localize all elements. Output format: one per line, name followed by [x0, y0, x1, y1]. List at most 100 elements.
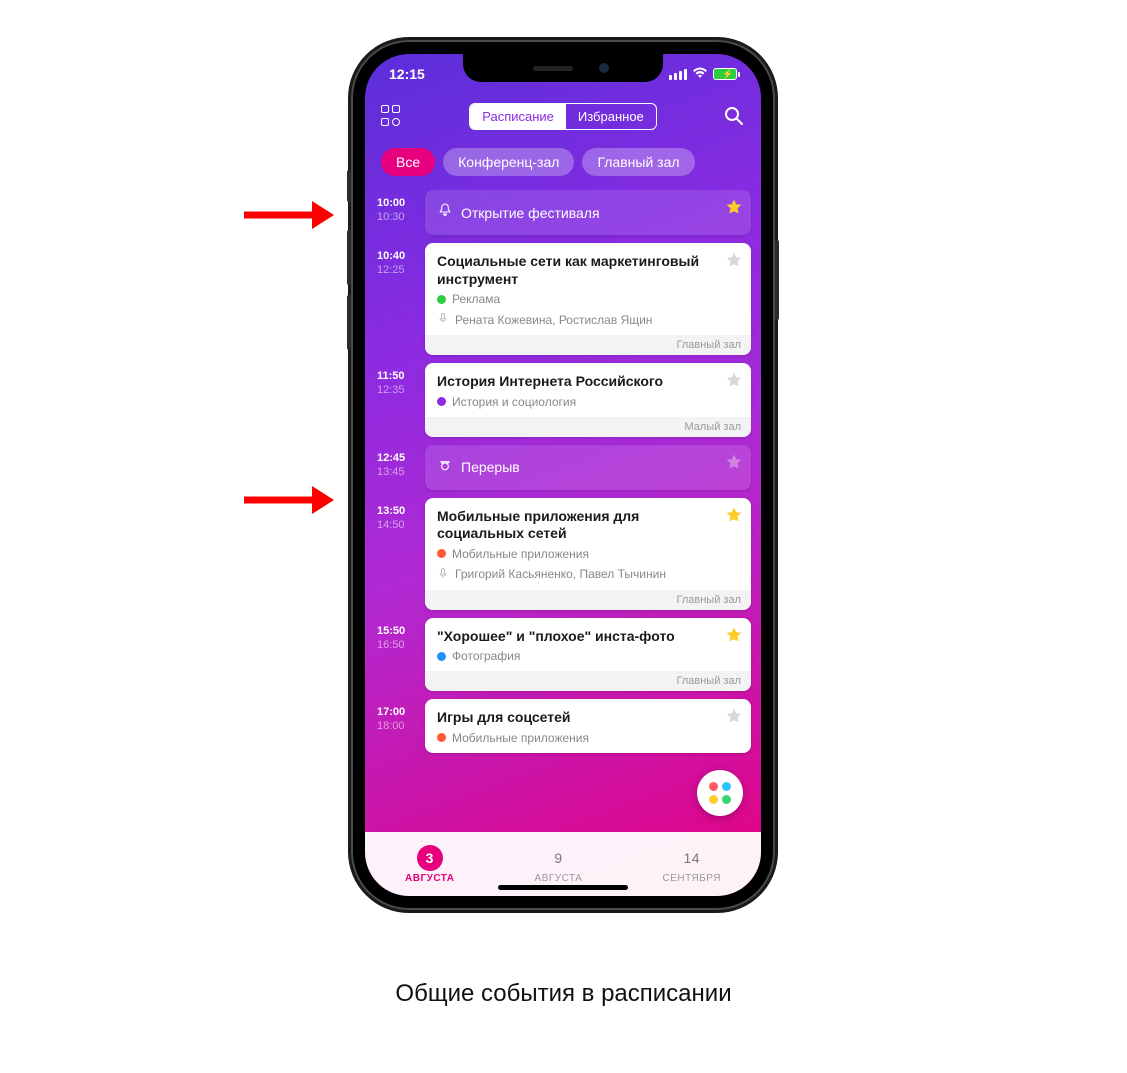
event-room: Главный зал [425, 671, 751, 691]
cellular-icon [669, 69, 687, 80]
bell-icon [437, 202, 453, 223]
date-day: 9 [546, 845, 572, 871]
tag-dot [437, 652, 446, 661]
nav-bar: Расписание Избранное [365, 94, 761, 138]
date-month: СЕНТЯБРЯ [663, 873, 721, 884]
time-end: 13:45 [377, 465, 417, 479]
event-card[interactable]: Мобильные приложения для социальных сете… [425, 498, 751, 610]
event-row: 17:0018:00 Игры для соцсетей Мобильные при… [365, 699, 751, 753]
event-title: История Интернета Российского [437, 373, 715, 391]
favorite-star[interactable] [725, 371, 743, 389]
event-card[interactable]: Социальные сети как маркетинговый инстру… [425, 243, 751, 355]
search-button[interactable] [723, 105, 745, 127]
event-banner[interactable]: Перерыв [425, 445, 751, 490]
time-start: 10:00 [377, 196, 417, 210]
filter-main[interactable]: Главный зал [582, 148, 694, 176]
date-tab[interactable]: 14 СЕНТЯБРЯ [663, 845, 721, 884]
event-title: Перерыв [461, 459, 520, 475]
event-title: "Хорошее" и "плохое" инста-фото [437, 628, 715, 646]
stage: 12:15 ⚡ Расписание Избранное [0, 0, 1127, 1073]
time-end: 14:50 [377, 518, 417, 532]
date-month: АВГУСТА [405, 873, 455, 884]
time-end: 18:00 [377, 719, 417, 733]
event-times: 10:0010:30 [373, 190, 417, 225]
event-row: 13:5014:50Мобильные приложения для социа… [365, 498, 751, 610]
tag-label: Реклама [452, 292, 500, 306]
event-card[interactable]: "Хорошее" и "плохое" инста-фото Фотографи… [425, 618, 751, 692]
time-end: 16:50 [377, 638, 417, 652]
tag-label: Мобильные приложения [452, 731, 589, 745]
tag-label: История и социология [452, 395, 576, 409]
event-title: Игры для соцсетей [437, 709, 715, 727]
mic-icon [437, 312, 449, 327]
tag-dot [437, 549, 446, 558]
time-start: 10:40 [377, 249, 417, 263]
volume-up [347, 230, 351, 285]
annotation-arrow-2 [244, 480, 334, 520]
time-end: 12:25 [377, 263, 417, 277]
phone-frame: 12:15 ⚡ Расписание Избранное [351, 40, 775, 910]
date-tab[interactable]: 9 АВГУСТА [535, 845, 583, 884]
date-tab[interactable]: 3 АВГУСТА [405, 845, 455, 884]
event-times: 11:5012:35 [373, 363, 417, 398]
filter-all[interactable]: Все [381, 148, 435, 176]
event-title: Мобильные приложения для социальных сете… [437, 508, 715, 543]
screen: 12:15 ⚡ Расписание Избранное [365, 54, 761, 896]
filter-conf[interactable]: Конференц-зал [443, 148, 574, 176]
time-end: 10:30 [377, 210, 417, 224]
battery-icon: ⚡ [713, 68, 737, 80]
tab-favorites[interactable]: Избранное [566, 104, 656, 129]
event-times: 12:4513:45 [373, 445, 417, 480]
event-tag: История и социология [437, 395, 715, 409]
power-button [775, 240, 779, 320]
event-times: 17:0018:00 [373, 699, 417, 734]
fab-button[interactable] [697, 770, 743, 816]
event-card[interactable]: Игры для соцсетей Мобильные приложения [425, 699, 751, 753]
favorite-star[interactable] [725, 453, 743, 471]
mic-icon [437, 567, 449, 582]
fab-icon [709, 782, 731, 804]
event-list[interactable]: 10:0010:30 Открытие фестиваля 10:4012:25 Со… [365, 190, 761, 832]
event-tag: Реклама [437, 292, 715, 306]
date-day: 3 [417, 845, 443, 871]
menu-grid-button[interactable] [381, 105, 403, 127]
tab-schedule[interactable]: Расписание [470, 104, 566, 129]
event-room: Главный зал [425, 590, 751, 610]
event-tag: Мобильные приложения [437, 547, 715, 561]
time-start: 15:50 [377, 624, 417, 638]
event-row: 10:0010:30 Открытие фестиваля [365, 190, 751, 235]
favorite-star[interactable] [725, 506, 743, 524]
annotation-arrow-1 [244, 195, 334, 235]
room-filters: Все Конференц-зал Главный зал [365, 148, 761, 176]
favorite-star[interactable] [725, 198, 743, 216]
tag-label: Мобильные приложения [452, 547, 589, 561]
favorite-star[interactable] [725, 626, 743, 644]
favorite-star[interactable] [725, 251, 743, 269]
status-time: 12:15 [389, 66, 425, 82]
segmented-control: Расписание Избранное [469, 103, 657, 130]
event-title: Социальные сети как маркетинговый инстру… [437, 253, 715, 288]
event-banner[interactable]: Открытие фестиваля [425, 190, 751, 235]
event-row: 10:4012:25 Социальные сети как маркетинго… [365, 243, 751, 355]
event-row: 11:5012:35История Интернета РоссийскогоИ… [365, 363, 751, 437]
event-room: Главный зал [425, 335, 751, 355]
favorite-star[interactable] [725, 707, 743, 725]
tag-dot [437, 295, 446, 304]
date-month: АВГУСТА [535, 873, 583, 884]
event-tag: Фотография [437, 649, 715, 663]
tag-label: Фотография [452, 649, 520, 663]
home-indicator[interactable] [498, 885, 628, 890]
event-card[interactable]: История Интернета Российского История и с… [425, 363, 751, 437]
figure-caption: Общие события в расписании [0, 980, 1127, 1008]
notch [463, 54, 663, 82]
event-title: Открытие фестиваля [461, 205, 600, 221]
date-day: 14 [679, 845, 705, 871]
event-times: 10:4012:25 [373, 243, 417, 278]
wifi-icon [692, 66, 708, 82]
volume-down [347, 295, 351, 350]
event-times: 15:5016:50 [373, 618, 417, 653]
event-speakers: Рената Кожевина, Ростислав Ящин [437, 312, 715, 327]
time-start: 11:50 [377, 369, 417, 383]
event-row: 15:5016:50"Хорошее" и "плохое" инста-фот… [365, 618, 751, 692]
time-end: 12:35 [377, 383, 417, 397]
